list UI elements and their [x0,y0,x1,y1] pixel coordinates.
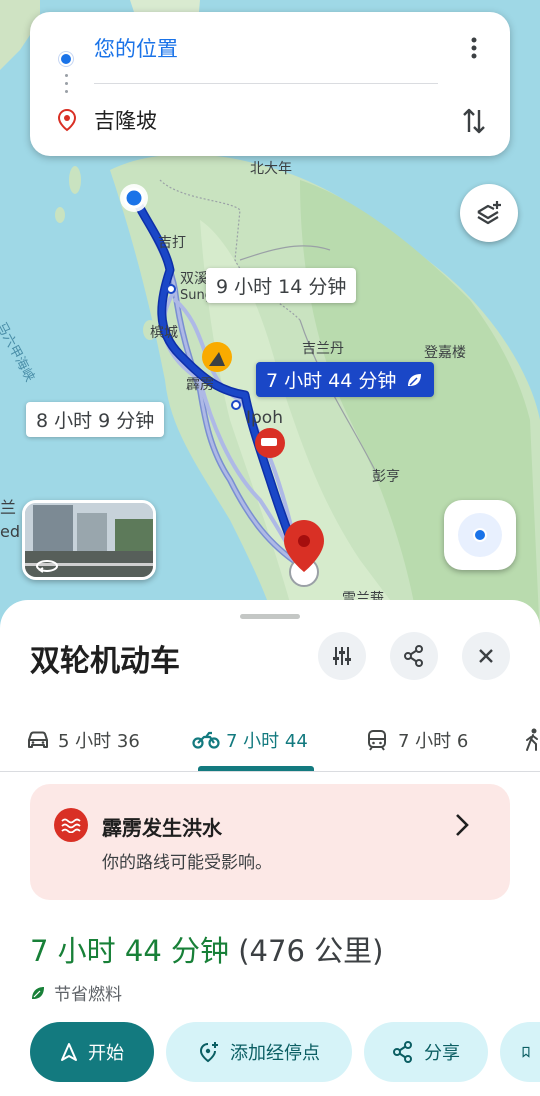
map-label-left-edge-1: 兰 [0,498,17,517]
car-icon [28,731,48,748]
map-label-penang: 槟城 [150,325,178,341]
share-button[interactable]: 分享 [364,1022,488,1082]
layers-icon [477,201,501,225]
route-summary: 7 小时 44 分钟 (476 公里) [30,928,383,970]
route-dots-icon [65,74,68,98]
map-label-terengganu: 登嘉楼 [424,345,466,361]
add-location-icon [199,1042,218,1063]
motorcycle-icon [192,731,220,749]
street-view-thumbnail[interactable] [22,500,156,580]
route-bubble-alt2[interactable]: 8 小时 9 分钟 [26,402,165,437]
tab-car-label: 5 小时 36 [58,731,140,752]
flood-warning-icon [54,808,88,842]
start-label: 开始 [88,1043,124,1064]
map-label-kedah: 吉打 [158,235,186,251]
directions-sheet: 双轮机动车 5 小时 36 7 小时 44 7 小时 6 霹雳发生洪水 你的路线… [0,600,540,1096]
tab-motorcycle-label: 7 小时 44 [226,731,308,752]
tab-transit-label: 7 小时 6 [398,731,469,752]
swap-button[interactable] [458,104,490,138]
start-navigation-button[interactable]: 开始 [30,1022,154,1082]
active-tab-indicator [198,766,314,771]
my-location-icon [458,513,502,557]
leaf-icon [408,373,422,386]
map-label-ipoh: Ipoh [246,408,283,428]
origin-field[interactable]: 您的位置 [94,33,178,63]
flood-alert-card[interactable]: 霹雳发生洪水 你的路线可能受影响。 [30,784,510,900]
walking-icon [526,728,538,751]
travel-mode-tabs: 5 小时 36 7 小时 44 7 小时 6 [0,708,540,772]
sheet-drag-handle[interactable] [240,614,300,619]
bookmark-icon [522,1046,530,1058]
directions-search-card: 您的位置 吉隆坡 [30,12,510,156]
my-location-button[interactable] [444,500,516,570]
map-label-perak: 霹雳 [186,377,214,393]
tab-transit[interactable]: 7 小时 6 [366,708,468,772]
alert-title: 霹雳发生洪水 [102,816,222,840]
eco-label: 节省燃料 [54,985,122,1005]
map-label-north-da-nian: 北大年 [250,161,292,177]
destination-pin-icon [57,108,77,132]
tab-car[interactable]: 5 小时 36 [26,708,140,772]
map-label-pahang: 彭亨 [372,469,400,485]
leaf-icon [32,986,44,999]
more-options-button[interactable] [458,32,490,64]
origin-dot-icon [59,52,73,66]
sheet-title: 双轮机动车 [30,644,180,679]
tab-motorcycle[interactable]: 7 小时 44 [192,708,308,772]
share-label: 分享 [424,1043,460,1064]
map-label-kelantan: 吉兰丹 [302,341,344,357]
tab-walking[interactable] [524,708,540,772]
train-icon [368,730,386,751]
tune-icon [333,647,351,665]
route-bubble-selected[interactable]: 7 小时 44 分钟 [256,362,435,397]
route-bubble-alt1[interactable]: 9 小时 14 分钟 [206,268,357,303]
360-icon [36,560,58,573]
map-view[interactable]: 北大年 吉打 双溪 Sungai Petani 槟城 霹雳 Ipoh 吉兰丹 登… [0,0,540,640]
share-icon [393,1041,412,1063]
route-distance: (476 公里) [238,934,384,968]
map-label-left-edge-2: ed [0,522,20,541]
add-stop-button[interactable]: 添加经停点 [166,1022,352,1082]
route-duration: 7 小时 44 分钟 [30,934,230,968]
route-options-button[interactable] [318,632,366,680]
close-icon [479,649,493,663]
destination-field[interactable]: 吉隆坡 [94,105,157,135]
more-vert-icon [471,37,477,59]
add-stop-label: 添加经停点 [230,1043,320,1064]
chevron-right-icon [456,814,469,836]
navigation-icon [61,1043,77,1061]
route-bubble-selected-label: 7 小时 44 分钟 [266,370,397,392]
save-button[interactable] [500,1022,540,1082]
layers-button[interactable] [460,184,518,242]
eco-label-row: 节省燃料 [30,980,122,1005]
share-icon [404,645,423,667]
map-label-shuangxi: 双溪 [180,271,208,287]
share-route-button[interactable] [390,632,438,680]
swap-vert-icon [463,108,485,134]
search-divider [94,83,438,84]
close-button[interactable] [462,632,510,680]
alert-subtitle: 你的路线可能受影响。 [102,853,272,873]
